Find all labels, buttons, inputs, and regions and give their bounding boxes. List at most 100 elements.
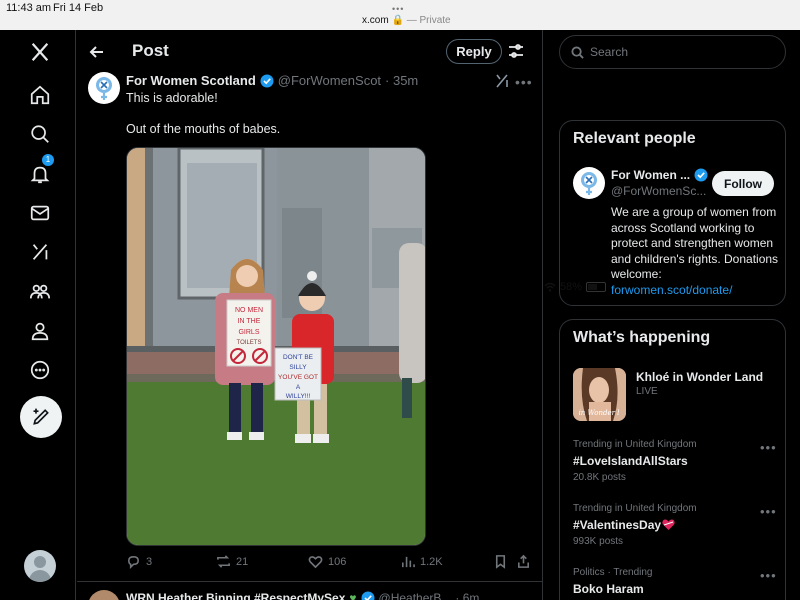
trend-more-icon[interactable]: ••• [760, 440, 777, 455]
featured-image: in Wonder l [573, 368, 626, 421]
trend-context: Trending in United Kingdom [573, 439, 697, 450]
next-tweet-time[interactable]: · 6m [455, 591, 479, 600]
view-count: 1.2K [420, 555, 443, 568]
reply-action[interactable]: 3 [126, 554, 152, 569]
trend-name-row: #ValentinesDay [573, 517, 773, 533]
tweet-photo[interactable]: NO MEN IN THE GIRLS TOILETS DON'T BE SIL… [126, 147, 426, 546]
profile-icon[interactable] [26, 317, 54, 345]
url-text: x.com [362, 15, 389, 26]
grok-icon[interactable] [26, 238, 54, 266]
svg-text:A: A [296, 384, 301, 391]
trend-count: 993K posts [573, 536, 624, 547]
next-author-name[interactable]: WRN Heather Binning #RespectMySex [126, 591, 345, 600]
notification-badge: 1 [42, 154, 54, 166]
valentine-heart-icon [662, 519, 675, 530]
share-icon [518, 554, 529, 568]
svg-text:YOU'VE GOT: YOU'VE GOT [278, 374, 318, 381]
search-placeholder: Search [590, 45, 629, 59]
tweet-time[interactable]: · 35m [385, 73, 418, 88]
sliders-icon[interactable] [507, 42, 525, 65]
communities-icon[interactable] [26, 278, 54, 306]
main-column: Post Reply For Women Scotland @ForWomenS… [77, 30, 543, 600]
trend-more-icon[interactable]: ••• [760, 504, 777, 519]
trend-more-icon[interactable]: ••• [760, 568, 777, 583]
relevant-person-bio: We are a group of women from across Scot… [611, 205, 781, 298]
follow-button[interactable]: Follow [712, 171, 774, 196]
private-label: — Private [406, 15, 451, 26]
search-input[interactable]: Search [559, 35, 786, 69]
svg-text:NO MEN: NO MEN [235, 307, 263, 314]
status-time: 11:43 am [6, 2, 52, 14]
x-logo-icon[interactable] [26, 38, 54, 66]
svg-text:GIRLS: GIRLS [238, 329, 259, 336]
notifications-icon[interactable]: 1 [26, 154, 54, 188]
views-icon [402, 556, 415, 568]
bookmark-action[interactable] [493, 554, 508, 569]
status-date: Fri 14 Feb [53, 2, 104, 14]
author-name[interactable]: For Women Scotland [126, 73, 256, 88]
bio-text: We are a group of women from across Scot… [611, 205, 779, 281]
relevant-people-card: Relevant people For Women ... @ForWomenS… [559, 120, 786, 306]
photo-children-with-signs: NO MEN IN THE GIRLS TOILETS DON'T BE SIL… [127, 148, 425, 545]
right-sidebar: Search Relevant people For Women ... @Fo… [544, 30, 800, 600]
reply-icon [128, 556, 139, 569]
verified-badge-icon [694, 168, 708, 182]
featured-title[interactable]: Khloé in Wonder Land [636, 370, 763, 384]
svg-text:SILLY: SILLY [289, 364, 307, 371]
venus-logo-icon [96, 77, 112, 100]
address-bar[interactable]: x.com 🔒 — Private [362, 15, 451, 26]
trend-item[interactable]: Politics · Trending Boko Haram [573, 566, 773, 597]
repost-action[interactable]: 21 [216, 554, 248, 569]
trend-context: Trending in United Kingdom [573, 503, 697, 514]
lock-icon: 🔒 [391, 15, 404, 26]
next-tweet-avatar[interactable] [88, 590, 120, 600]
author-handle[interactable]: @ForWomenScot [278, 73, 381, 88]
tweet-author: For Women Scotland @ForWomenScot · 35m [126, 73, 418, 88]
trend-context: Politics · Trending [573, 567, 653, 578]
more-icon[interactable] [26, 356, 54, 384]
search-icon [571, 45, 584, 59]
svg-text:DON'T BE: DON'T BE [283, 354, 314, 361]
relevant-person-avatar[interactable] [573, 167, 605, 199]
featured-thumb-text: in Wonder l [579, 409, 620, 417]
status-bar: 11:43 am Fri 14 Feb ••• x.com 🔒 — Privat… [0, 0, 800, 293]
tweet-more-icon[interactable]: ••• [515, 74, 533, 90]
trend-item[interactable]: Trending in United Kingdom #LoveIslandAl… [573, 438, 773, 485]
compose-button[interactable] [20, 396, 62, 438]
trend-item[interactable]: Trending in United Kingdom #ValentinesDa… [573, 502, 773, 549]
tweet-author-avatar[interactable] [88, 72, 120, 104]
featured-live-label: LIVE [636, 386, 658, 397]
mail-icon[interactable] [26, 199, 54, 227]
whats-happening-title: What’s happening [573, 329, 711, 346]
account-avatar[interactable] [24, 550, 56, 582]
svg-text:IN THE: IN THE [238, 318, 261, 325]
verified-badge-icon [260, 74, 274, 87]
whats-happening-card: What’s happening in Wonder l Khloé in Wo… [559, 319, 786, 600]
svg-text:TOILETS: TOILETS [237, 340, 262, 346]
search-icon[interactable] [26, 120, 54, 148]
venus-logo-icon [581, 172, 597, 195]
donate-link[interactable]: forwomen.scot/donate/ [611, 283, 732, 297]
reply-button[interactable]: Reply [446, 39, 502, 64]
back-arrow-icon[interactable] [87, 42, 107, 62]
trend-name: Boko Haram [573, 582, 644, 596]
relevant-person-name[interactable]: For Women ... [611, 168, 708, 182]
left-navigation: 1 [0, 30, 76, 600]
views-action[interactable]: 1.2K [400, 554, 443, 569]
trend-name: #ValentinesDay [573, 518, 662, 532]
relevant-person-handle[interactable]: @ForWomenSc... [611, 184, 706, 198]
browser-menu-dots[interactable]: ••• [392, 4, 404, 14]
next-tweet[interactable]: WRN Heather Binning #RespectMySex ♥ @Hea… [88, 590, 538, 600]
like-action[interactable]: 106 [308, 554, 346, 569]
relevant-person-name-text: For Women ... [611, 168, 691, 182]
home-icon[interactable] [26, 81, 54, 109]
svg-text:WILLY!!!: WILLY!!! [286, 393, 311, 400]
next-author-handle[interactable]: @HeatherB... [379, 591, 452, 600]
next-tweet-author: WRN Heather Binning #RespectMySex ♥ @Hea… [126, 591, 479, 600]
trend-count: 20.8K posts [573, 472, 626, 483]
share-action[interactable] [516, 554, 531, 569]
featured-thumbnail[interactable]: in Wonder l [573, 368, 626, 421]
trend-name: #LoveIslandAllStars [573, 454, 688, 468]
green-heart-icon: ♥ [349, 591, 357, 600]
reply-count: 3 [146, 555, 153, 568]
